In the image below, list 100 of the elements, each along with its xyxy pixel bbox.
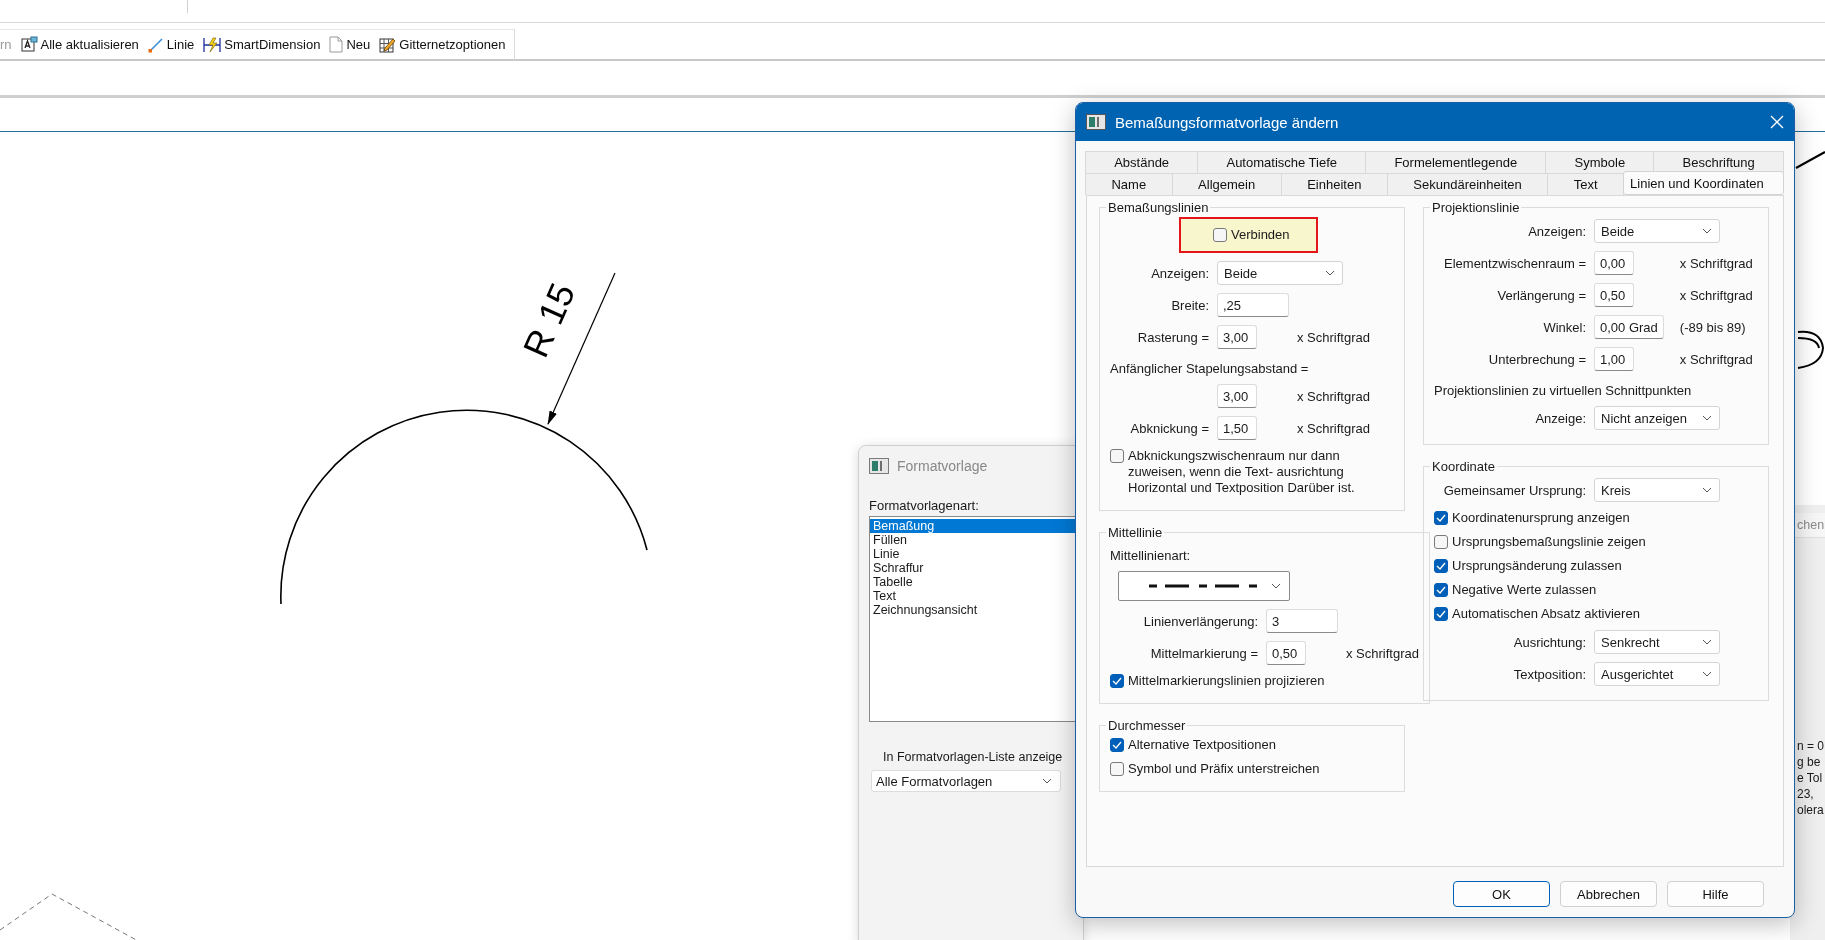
unit-label: x Schriftgrad xyxy=(1296,420,1371,436)
unit-label: (-89 bis 89) xyxy=(1678,319,1747,335)
dropdown[interactable]: Beide xyxy=(1594,219,1720,243)
input-field[interactable]: 3,00 xyxy=(1217,325,1257,349)
checkbox[interactable]: Negative Werte zulassen xyxy=(1434,582,1758,598)
sketch-line xyxy=(1795,151,1825,169)
input-field[interactable]: 0,50 xyxy=(1594,283,1634,307)
chevron-icon xyxy=(1702,415,1712,421)
chevron-icon xyxy=(1042,778,1052,784)
unit-label: x Schriftgrad xyxy=(1345,645,1419,661)
section-label: Mittellinienart: xyxy=(1110,548,1192,563)
field-label: Rasterung = xyxy=(1137,329,1210,345)
tab[interactable]: Allgemein xyxy=(1171,173,1282,195)
filter-dropdown[interactable]: Alle Formatvorlagen xyxy=(871,770,1061,792)
checkbox[interactable]: Symbol und Präfix unterstreichen xyxy=(1110,761,1394,777)
field-label: Unterbrechung = xyxy=(1488,351,1587,367)
unit-label: x Schriftgrad xyxy=(1678,287,1754,303)
dimension-text: R 15 xyxy=(514,277,584,364)
tab[interactable]: Beschriftung xyxy=(1653,151,1784,173)
toolbar-button[interactable]: Gitternetzoptionen xyxy=(379,36,506,53)
field-label: Abknickung = xyxy=(1130,420,1210,436)
tab[interactable]: Automatische Tiefe xyxy=(1197,151,1367,173)
section-label: Projektionslinien zu virtuellen Schnittpunkten xyxy=(1434,383,1693,398)
group-title: Mittellinie xyxy=(1107,525,1164,540)
section-label: Anfänglicher Stapelungsabstand = xyxy=(1110,361,1310,376)
window-icon xyxy=(869,458,889,474)
dropdown[interactable]: Ausgerichtet xyxy=(1594,662,1720,686)
tab[interactable]: Formelementlegende xyxy=(1365,151,1547,173)
checkbox[interactable]: Ursprungsbemaßungslinie zeigen xyxy=(1434,534,1758,550)
dialog-button[interactable]: Abbrechen xyxy=(1560,881,1657,907)
tab[interactable]: Symbole xyxy=(1545,151,1655,173)
chevron-icon xyxy=(1325,270,1335,276)
dimension-icon xyxy=(203,36,222,53)
dialog-button[interactable]: OK xyxy=(1453,881,1550,907)
text-line: g be xyxy=(1797,754,1822,770)
dropdown[interactable]: Kreis xyxy=(1594,478,1720,502)
toolbar-button[interactable]: SmartDimension xyxy=(203,36,321,53)
input-field[interactable]: 0,00 Grad xyxy=(1594,315,1664,339)
input-field[interactable]: 1,50 xyxy=(1217,416,1257,440)
input-field[interactable]: 0,50 xyxy=(1266,641,1306,665)
chevron-icon xyxy=(1271,583,1281,589)
checkbox[interactable]: Verbinden xyxy=(1213,227,1290,243)
dropdown[interactable]: Beide xyxy=(1217,261,1343,285)
dropdown[interactable]: Senkrecht xyxy=(1594,630,1720,654)
group-title: Koordinate xyxy=(1431,459,1496,474)
dialog-button[interactable]: Hilfe xyxy=(1667,881,1764,907)
checkmark-icon xyxy=(1436,586,1446,594)
checkmark-icon xyxy=(1112,677,1122,685)
field-label: Anzeigen: xyxy=(1528,223,1587,239)
tab[interactable]: Einheiten xyxy=(1280,173,1388,195)
checkbox[interactable]: Mittelmarkierungslinien projizieren xyxy=(1110,673,1419,689)
toolbar-button[interactable]: Neu xyxy=(329,36,371,53)
field-label: Verlängerung = xyxy=(1497,287,1587,303)
chevron-icon xyxy=(1702,228,1712,234)
close-icon[interactable] xyxy=(1770,115,1784,129)
input-field[interactable]: 1,00 xyxy=(1594,347,1634,371)
tab[interactable]: Sekundäreinheiten xyxy=(1386,173,1549,195)
group-title: Bemaßungslinien xyxy=(1107,200,1210,215)
checkbox[interactable]: Automatischen Absatz aktivieren xyxy=(1434,606,1758,622)
tab[interactable]: Text xyxy=(1547,173,1625,195)
tab[interactable]: Name xyxy=(1085,173,1173,195)
tab[interactable]: Abstände xyxy=(1085,151,1199,173)
window-icon xyxy=(1086,114,1106,130)
checkmark-icon xyxy=(1436,610,1446,618)
unit-label: x Schriftgrad xyxy=(1678,351,1754,367)
dropdown[interactable]: Nicht anzeigen xyxy=(1594,406,1720,430)
field-label: Anzeige: xyxy=(1535,410,1587,426)
checkbox[interactable]: Abknickungszwischenraum nur dann zuweisen, wenn die Text- ausrichtung Horizontal und Textposition Darüber ist. xyxy=(1110,448,1394,496)
checkmark-icon xyxy=(1112,741,1122,749)
unit-label: x Schriftgrad xyxy=(1678,255,1754,271)
field-label: Gemeinsamer Ursprung: xyxy=(1443,482,1587,498)
input-field[interactable]: 3,00 xyxy=(1217,384,1257,408)
field-label: Textposition: xyxy=(1513,666,1587,682)
input-field[interactable]: ,25 xyxy=(1217,293,1289,317)
field-label: Ausrichtung: xyxy=(1513,634,1587,650)
group-title: Durchmesser xyxy=(1107,718,1187,733)
toolbar-button[interactable]: Linie xyxy=(147,36,195,53)
update-icon xyxy=(20,36,38,53)
line-style-dropdown[interactable] xyxy=(1118,571,1290,601)
text-line: n = 0 xyxy=(1797,738,1825,754)
checkbox[interactable]: Ursprungsänderung zulassen xyxy=(1434,558,1758,574)
field-label: Anzeigen: xyxy=(1151,265,1210,281)
checkbox[interactable]: Koordinatenursprung anzeigen xyxy=(1434,510,1758,526)
text-line: 23, xyxy=(1797,786,1815,802)
chevron-icon xyxy=(1702,639,1712,645)
unit-label: x Schriftgrad xyxy=(1296,329,1371,345)
checkbox[interactable]: Alternative Textpositionen xyxy=(1110,737,1394,753)
field-label: Linienverlängerung: xyxy=(1143,613,1259,629)
tab[interactable]: Linien und Koordinaten xyxy=(1623,171,1784,195)
unit-label: x Schriftgrad xyxy=(1296,388,1371,404)
text-line: e Tol xyxy=(1797,770,1824,786)
input-field[interactable]: 0,00 xyxy=(1594,251,1634,275)
page-icon xyxy=(329,36,344,53)
field-label: Breite: xyxy=(1171,297,1210,313)
dialog-title: Bemaßungsformatvorlage ändern xyxy=(1115,113,1340,131)
toolbar-button[interactable]: Alle aktualisieren xyxy=(20,36,139,53)
field-label: Winkel: xyxy=(1543,319,1587,335)
chevron-icon xyxy=(1702,487,1712,493)
checkmark-icon xyxy=(1436,562,1446,570)
input-field[interactable]: 3 xyxy=(1266,609,1338,633)
